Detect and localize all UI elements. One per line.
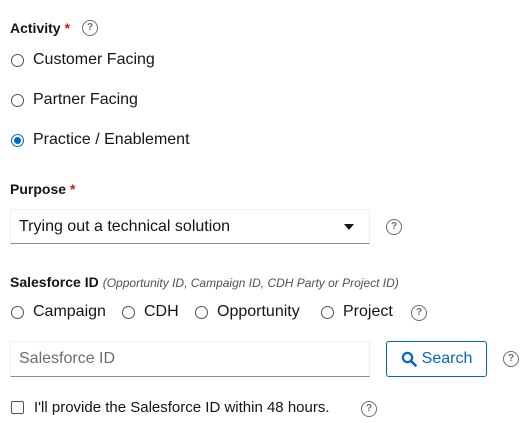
search-icon [401, 351, 417, 367]
search-button-label: Search [421, 350, 473, 367]
purpose-label: Purpose [10, 181, 67, 197]
activity-label-row: Activity * [10, 20, 70, 36]
salesforce-id-input[interactable]: Salesforce ID [10, 341, 370, 377]
later-checkbox-label: I'll provide the Salesforce ID within 48… [34, 399, 330, 416]
purpose-help-icon[interactable]: ? [386, 219, 402, 235]
radio-label: Partner Facing [33, 91, 138, 108]
activity-label: Activity [10, 20, 61, 36]
activity-help-icon[interactable]: ? [82, 20, 98, 36]
salesforce-label-row: Salesforce ID (Opportunity ID, Campaign I… [10, 274, 399, 290]
radio-button[interactable] [11, 305, 24, 319]
purpose-label-row: Purpose * [10, 181, 75, 197]
radio-button[interactable] [11, 93, 24, 107]
radio-project[interactable]: Project [321, 303, 393, 321]
radio-button[interactable] [195, 305, 208, 319]
radio-button-selected[interactable] [11, 133, 24, 147]
radio-cdh[interactable]: CDH [122, 303, 179, 321]
radio-customer-facing[interactable]: Customer Facing [11, 51, 155, 69]
chevron-down-icon [344, 224, 354, 230]
radio-label: Campaign [33, 303, 106, 320]
salesforce-label: Salesforce ID [10, 274, 99, 290]
radio-label: Opportunity [217, 303, 300, 320]
radio-button[interactable] [321, 305, 334, 319]
activity-required-mark: * [64, 20, 71, 36]
radio-opportunity[interactable]: Opportunity [195, 303, 300, 321]
purpose-selected-value: Trying out a technical solution [19, 217, 231, 235]
salesforce-id-placeholder: Salesforce ID [19, 350, 116, 367]
salesforce-id-help-icon[interactable]: ? [503, 351, 519, 367]
radio-button[interactable] [122, 305, 135, 319]
radio-campaign[interactable]: Campaign [11, 303, 106, 321]
radio-button[interactable] [11, 53, 24, 67]
search-button[interactable]: Search [386, 341, 487, 377]
radio-label: Project [343, 303, 393, 320]
purpose-required-mark: * [70, 181, 76, 197]
radio-label: Customer Facing [33, 51, 155, 68]
radio-partner-facing[interactable]: Partner Facing [11, 91, 138, 109]
later-help-icon[interactable]: ? [361, 401, 377, 417]
later-checkbox-row[interactable]: I'll provide the Salesforce ID within 48… [11, 399, 330, 416]
purpose-select[interactable]: Trying out a technical solution [10, 209, 370, 244]
radio-practice-enablement[interactable]: Practice / Enablement [11, 131, 190, 149]
salesforce-note: (Opportunity ID, Campaign ID, CDH Party … [102, 276, 399, 290]
later-checkbox[interactable] [11, 401, 24, 414]
radio-label: CDH [144, 303, 179, 320]
salesforce-type-help-icon[interactable]: ? [411, 305, 427, 321]
radio-label: Practice / Enablement [33, 131, 190, 148]
